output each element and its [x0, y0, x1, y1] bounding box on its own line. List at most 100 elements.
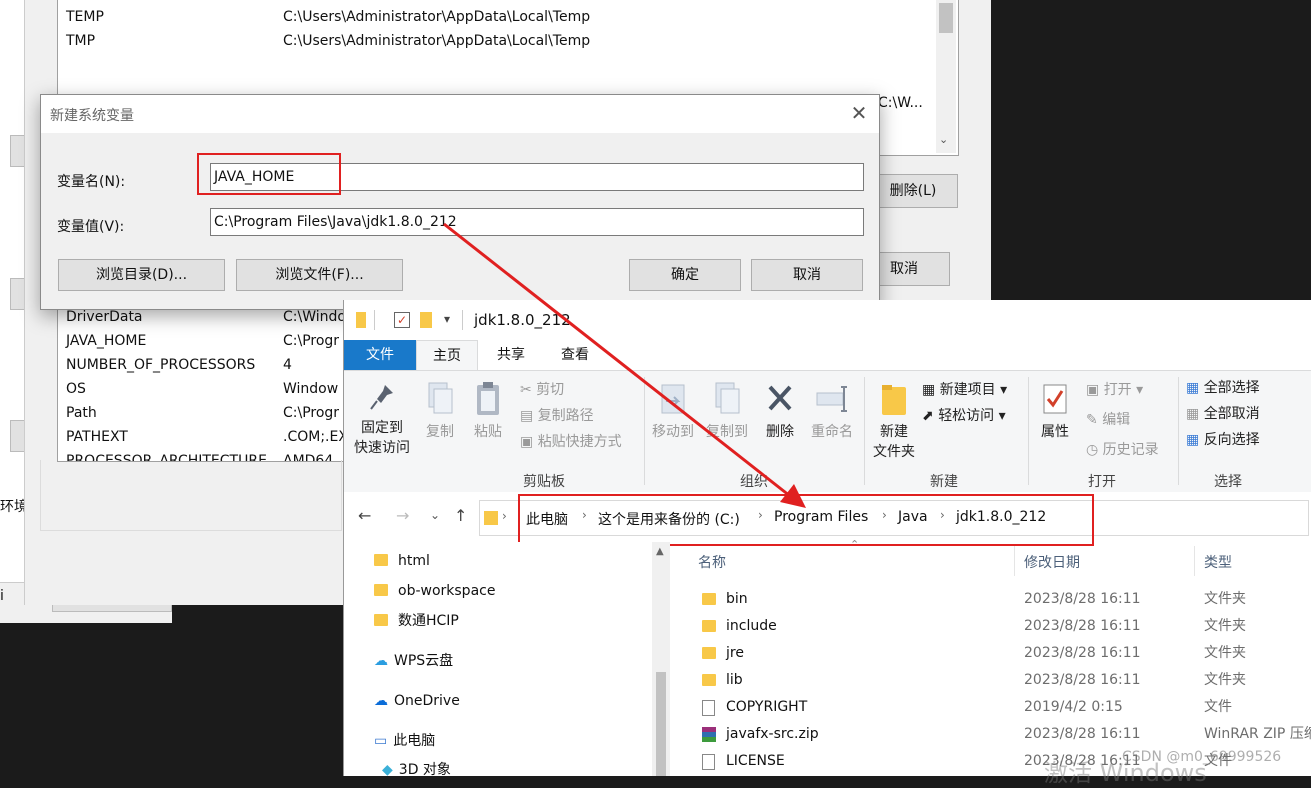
file-list: ⌃ 名称 修改日期 类型 bin 2023/8/28 16:11 文件夹 inclu… — [674, 538, 1311, 776]
var-value: Window — [283, 381, 339, 397]
tab-share[interactable]: 共享 — [480, 340, 542, 370]
var-name: TMP — [66, 33, 96, 49]
window-title: jdk1.8.0_212 — [474, 311, 571, 329]
variable-value-input[interactable]: C:\Program Files\Java\jdk1.8.0_212 — [210, 208, 864, 236]
vertical-scrollbar[interactable]: ⌄ — [936, 0, 956, 153]
paste-shortcut-button[interactable]: ▣ 粘贴快捷方式 — [520, 431, 622, 451]
var-name: OS — [66, 381, 86, 397]
rename-button[interactable]: 重命名 — [806, 381, 858, 441]
nav-item[interactable]: ob-workspace — [374, 579, 495, 603]
new-item-button[interactable]: ▦ 新建项目 ▾ — [922, 379, 1007, 399]
column-date[interactable]: 修改日期 — [1024, 552, 1080, 572]
cut-button[interactable]: ✂ 剪切 — [520, 379, 564, 399]
file-type: 文件 — [1204, 699, 1232, 715]
nav-item[interactable]: html — [374, 549, 430, 573]
open-label: 打开 — [1103, 382, 1132, 398]
file-row[interactable]: lib 2023/8/28 16:11 文件夹 — [674, 667, 1311, 694]
scrollbar-thumb[interactable] — [656, 672, 666, 776]
delete-button[interactable]: 删除(L) — [868, 174, 958, 208]
paste-button[interactable]: 粘贴 — [468, 381, 508, 441]
file-date: 2023/8/28 16:11 — [1024, 618, 1141, 634]
cloud-icon: ☁ — [374, 653, 388, 669]
divider — [462, 310, 463, 330]
nav-item-label: WPS云盘 — [394, 653, 454, 669]
system-vars-list[interactable]: DriverData C:\Windo JAVA_HOME C:\Progr NUM… — [57, 300, 359, 462]
partial-value: C:\W... — [878, 95, 923, 111]
up-arrow-icon[interactable]: ↑ — [454, 506, 467, 525]
open-button[interactable]: ▣ 打开 ▾ — [1086, 379, 1143, 399]
copy-to-button[interactable]: 复制到 — [702, 381, 752, 441]
nav-scrollbar[interactable]: ▲ — [652, 542, 670, 776]
edit-button[interactable]: ✎ 编辑 — [1086, 409, 1130, 429]
forward-arrow-icon[interactable]: → — [396, 506, 409, 525]
var-value: C:\Progr — [283, 333, 340, 349]
file-date: 2023/8/28 16:11 — [1024, 591, 1141, 607]
copy-path-button[interactable]: ▤ 复制路径 — [520, 405, 594, 425]
move-to-button[interactable]: 移动到 — [648, 381, 698, 441]
column-type[interactable]: 类型 — [1204, 552, 1232, 572]
tab-home[interactable]: 主页 — [416, 340, 478, 370]
close-icon[interactable]: ✕ — [847, 101, 871, 125]
scrollbar-thumb[interactable] — [939, 3, 953, 33]
nav-item-label: 数通HCIP — [398, 613, 459, 629]
select-all-icon: ▦ — [1186, 380, 1204, 396]
history-button[interactable]: ◷ 历史记录 — [1086, 439, 1159, 459]
history-icon: ◷ — [1086, 442, 1103, 458]
nav-item[interactable]: ◆ 3D 对象 — [382, 758, 451, 782]
file-row[interactable]: javafx-src.zip 2023/8/28 16:11 WinRAR ZIP … — [674, 721, 1311, 748]
nav-item[interactable]: ☁ OneDrive — [374, 689, 460, 713]
rename-icon — [816, 386, 847, 412]
list-item[interactable]: TEMP C:\Users\Administrator\AppData\Loca… — [58, 5, 818, 29]
pin-quick-access-button[interactable]: 固定到 快速访问 — [350, 381, 414, 457]
delete-file-button[interactable]: 删除 — [760, 381, 800, 441]
recent-locations-icon[interactable]: ⌄ — [430, 508, 440, 522]
file-row[interactable]: COPYRIGHT 2019/4/2 0:15 文件 — [674, 694, 1311, 721]
move-to-label: 移动到 — [652, 424, 694, 440]
file-date: 2023/8/28 16:11 — [1024, 726, 1141, 742]
properties-button[interactable]: 属性 — [1034, 381, 1076, 441]
dialog-cancel-button[interactable]: 取消 — [751, 259, 863, 291]
column-divider[interactable] — [1194, 546, 1195, 576]
browse-file-button[interactable]: 浏览文件(F)... — [236, 259, 403, 291]
pin-icon — [370, 385, 393, 410]
column-divider[interactable] — [1014, 546, 1015, 576]
nav-item[interactable]: 数通HCIP — [374, 609, 459, 633]
new-folder-button[interactable]: 新建 文件夹 — [868, 381, 920, 461]
easy-access-button[interactable]: ⬈ 轻松访问 ▾ — [922, 405, 1006, 425]
rename-label: 重命名 — [811, 424, 853, 440]
edit-label: 编辑 — [1102, 412, 1131, 428]
customize-toolbar-icon[interactable]: ▾ — [444, 312, 450, 326]
paste-shortcut-icon: ▣ — [520, 434, 538, 450]
column-name[interactable]: 名称 — [698, 552, 726, 572]
invert-selection-button[interactable]: ▦ 反向选择 — [1186, 429, 1260, 449]
easy-access-icon: ⬈ — [922, 408, 939, 424]
select-all-button[interactable]: ▦ 全部选择 — [1186, 377, 1260, 397]
ok-button[interactable]: 确定 — [629, 259, 741, 291]
file-row[interactable]: include 2023/8/28 16:11 文件夹 — [674, 613, 1311, 640]
var-value: 4 — [283, 357, 292, 373]
group-separator — [1178, 377, 1179, 485]
group-clipboard-label: 剪贴板 — [523, 474, 565, 490]
file-row[interactable]: jre 2023/8/28 16:11 文件夹 — [674, 640, 1311, 667]
new-system-variable-dialog: 新建系统变量 ✕ 变量名(N): JAVA_HOME 变量值(V): C:\Pr… — [40, 94, 880, 310]
paste-shortcut-label: 粘贴快捷方式 — [537, 434, 622, 450]
back-arrow-icon[interactable]: ← — [358, 506, 371, 525]
scroll-down-icon[interactable]: ⌄ — [939, 133, 948, 146]
properties-check-icon[interactable]: ✓ — [394, 312, 410, 328]
new-folder-icon[interactable] — [420, 312, 432, 328]
new-item-icon: ▦ — [922, 382, 940, 398]
file-type: 文件夹 — [1204, 645, 1246, 661]
list-item[interactable]: TMP C:\Users\Administrator\AppData\Local… — [58, 29, 818, 53]
tab-file[interactable]: 文件 — [344, 340, 416, 370]
nav-item[interactable]: ☁ WPS云盘 — [374, 649, 453, 673]
tab-view[interactable]: 查看 — [544, 340, 606, 370]
browse-directory-button[interactable]: 浏览目录(D)... — [58, 259, 225, 291]
file-date: 2023/8/28 16:11 — [1024, 645, 1141, 661]
select-none-button[interactable]: ▦ 全部取消 — [1186, 403, 1260, 423]
file-row[interactable]: bin 2023/8/28 16:11 文件夹 — [674, 586, 1311, 613]
nav-item[interactable]: ▭ 此电脑 — [374, 729, 435, 753]
scroll-up-icon[interactable]: ▲ — [656, 546, 664, 557]
copy-button[interactable]: 复制 — [420, 381, 460, 441]
copy-path-icon: ▤ — [520, 408, 538, 424]
navigation-pane: html ob-workspace 数通HCIP ☁ WPS云盘 ☁ OneDriv… — [344, 542, 670, 778]
